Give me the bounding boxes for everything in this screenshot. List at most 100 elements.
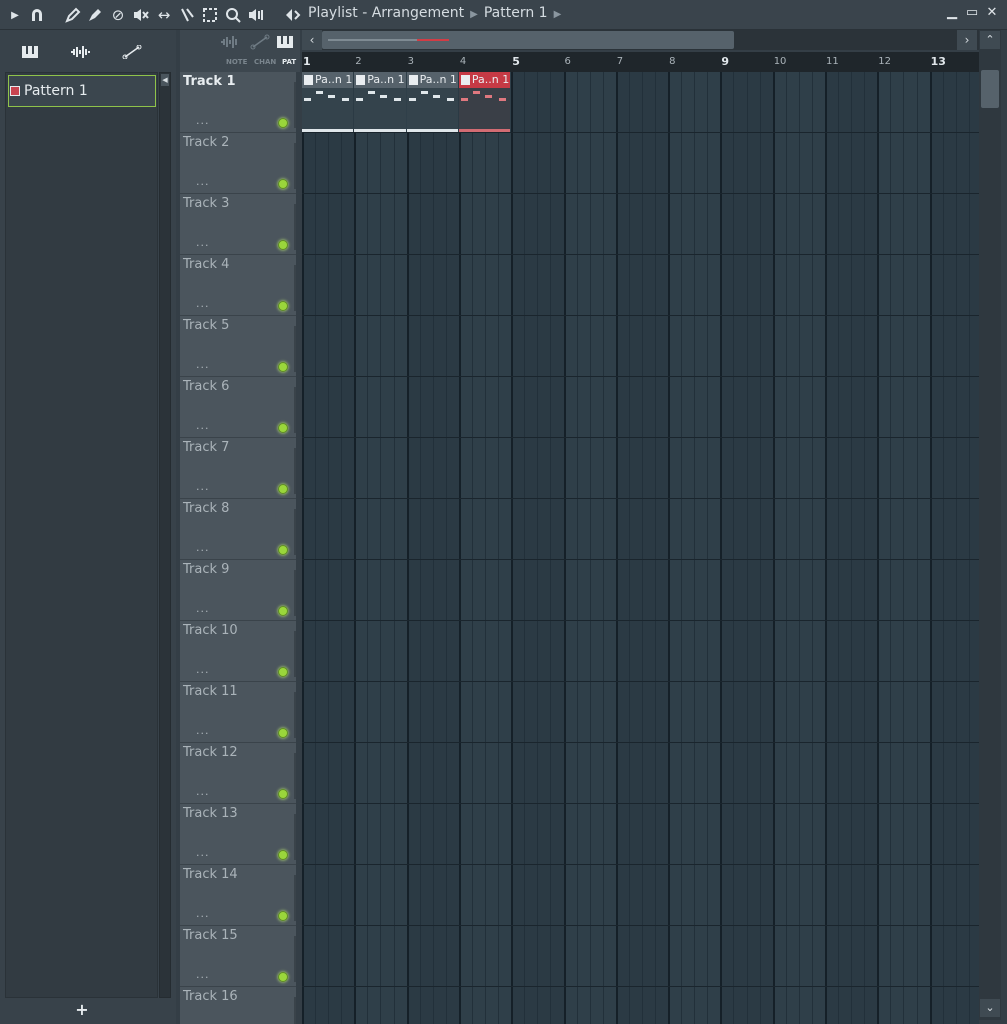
track-name[interactable]: Track 16	[183, 989, 238, 1004]
track-resize-grip[interactable]	[294, 692, 296, 738]
track-name[interactable]: Track 12	[183, 745, 238, 760]
track-menu-dots[interactable]: ...	[196, 297, 210, 310]
close-button[interactable]: ✕	[984, 5, 1000, 23]
note-mode-icon[interactable]	[220, 34, 242, 54]
speaker-icon[interactable]	[282, 4, 304, 26]
track-name[interactable]: Track 5	[183, 318, 229, 333]
scroll-left-arrow-icon[interactable]: ‹	[302, 30, 322, 50]
track-resize-grip[interactable]	[294, 631, 296, 677]
ruler-bar-number[interactable]: 2	[355, 56, 361, 67]
track-header-12[interactable]: Track 12...	[180, 743, 296, 804]
ruler-bar-number[interactable]: 5	[512, 55, 520, 68]
ruler-bar-number[interactable]: 6	[565, 56, 571, 67]
track-resize-grip[interactable]	[294, 875, 296, 921]
picker-scrollbar[interactable]: ◀	[159, 72, 171, 998]
track-resize-grip[interactable]	[294, 997, 296, 1024]
magnet-snap-icon[interactable]	[26, 4, 48, 26]
track-menu-dots[interactable]: ...	[196, 358, 210, 371]
ruler-bar-number[interactable]: 13	[931, 55, 946, 68]
track-menu-dots[interactable]: ...	[196, 602, 210, 615]
select-icon[interactable]	[199, 4, 221, 26]
clip-header[interactable]: Pa..n 1	[458, 72, 511, 88]
paint-brush-icon[interactable]	[84, 4, 106, 26]
track-header-5[interactable]: Track 5...	[180, 316, 296, 377]
track-mute-led[interactable]	[278, 179, 288, 189]
pattern-clip[interactable]: Pa..n 1	[302, 72, 354, 132]
track-header-8[interactable]: Track 8...	[180, 499, 296, 560]
clip-menu-icon[interactable]	[460, 75, 470, 85]
track-mute-led[interactable]	[278, 362, 288, 372]
track-mute-led[interactable]	[278, 301, 288, 311]
track-name[interactable]: Track 4	[183, 257, 229, 272]
zoom-icon[interactable]	[222, 4, 244, 26]
view-mode-chan[interactable]: CHAN	[254, 58, 276, 66]
track-header-2[interactable]: Track 2...	[180, 133, 296, 194]
track-mute-led[interactable]	[278, 118, 288, 128]
track-resize-grip[interactable]	[294, 265, 296, 311]
track-name[interactable]: Track 1	[183, 74, 236, 89]
track-resize-grip[interactable]	[294, 82, 296, 128]
clip-header[interactable]: Pa..n 1	[302, 72, 354, 88]
pattern-clip[interactable]: Pa..n 1	[458, 72, 511, 132]
clip-menu-icon[interactable]	[304, 75, 313, 85]
track-name[interactable]: Track 10	[183, 623, 238, 638]
track-menu-dots[interactable]: ...	[196, 419, 210, 432]
track-resize-grip[interactable]	[294, 448, 296, 494]
pattern-clip[interactable]: Pa..n 1	[354, 72, 406, 132]
track-name[interactable]: Track 2	[183, 135, 229, 150]
track-header-13[interactable]: Track 13...	[180, 804, 296, 865]
ruler-bar-number[interactable]: 1	[303, 55, 311, 68]
track-menu-dots[interactable]: ...	[196, 541, 210, 554]
ruler-bar-number[interactable]: 8	[669, 56, 675, 67]
track-name[interactable]: Track 6	[183, 379, 229, 394]
track-menu-dots[interactable]: ...	[196, 175, 210, 188]
horizontal-scrollbar[interactable]: ‹ ›	[302, 30, 979, 50]
track-mute-led[interactable]	[278, 850, 288, 860]
ruler-bar-number[interactable]: 11	[826, 56, 839, 67]
ruler-bar-number[interactable]: 10	[774, 56, 787, 67]
track-header-4[interactable]: Track 4...	[180, 255, 296, 316]
track-name[interactable]: Track 13	[183, 806, 238, 821]
track-mute-led[interactable]	[278, 911, 288, 921]
track-resize-grip[interactable]	[294, 204, 296, 250]
track-header-15[interactable]: Track 15...	[180, 926, 296, 987]
pat-mode-piano-icon[interactable]	[276, 34, 294, 53]
track-mute-led[interactable]	[278, 606, 288, 616]
clip-menu-icon[interactable]	[356, 75, 366, 85]
clip-header[interactable]: Pa..n 1	[406, 72, 458, 88]
track-menu-dots[interactable]: ...	[196, 968, 210, 981]
slice-icon[interactable]	[176, 4, 198, 26]
track-menu-dots[interactable]: ...	[196, 480, 210, 493]
track-menu-dots[interactable]: ...	[196, 907, 210, 920]
slip-icon[interactable]: ↔	[153, 4, 175, 26]
scroll-down-arrow-icon[interactable]: ⌄	[980, 999, 1000, 1017]
track-resize-grip[interactable]	[294, 753, 296, 799]
patterns-tab-piano-icon[interactable]	[15, 44, 45, 64]
clip-menu-icon[interactable]	[408, 75, 418, 85]
mute-icon[interactable]	[130, 4, 152, 26]
delete-icon[interactable]: ⊘	[107, 4, 129, 26]
pattern-clip[interactable]: Pa..n 1	[406, 72, 458, 132]
scroll-up-arrow-icon[interactable]: ⌃	[980, 31, 1000, 49]
track-mute-led[interactable]	[278, 728, 288, 738]
picker-item-pattern-1[interactable]: Pattern 1	[8, 75, 156, 107]
clip-header[interactable]: Pa..n 1	[354, 72, 406, 88]
track-header-9[interactable]: Track 9...	[180, 560, 296, 621]
timeline-ruler[interactable]: 1 2 3 4 5 6 7 8 9 10 11 12 13	[302, 52, 979, 72]
track-menu-dots[interactable]: ...	[196, 663, 210, 676]
pattern-title[interactable]: Pattern 1	[484, 5, 548, 21]
track-name[interactable]: Track 3	[183, 196, 229, 211]
draw-pencil-icon[interactable]	[62, 4, 84, 26]
track-name[interactable]: Track 15	[183, 928, 238, 943]
track-mute-led[interactable]	[278, 423, 288, 433]
track-resize-grip[interactable]	[294, 814, 296, 860]
automation-tab-curve-icon[interactable]	[117, 44, 147, 64]
view-mode-pat[interactable]: PAT	[282, 58, 296, 66]
track-mute-led[interactable]	[278, 240, 288, 250]
track-mute-led[interactable]	[278, 972, 288, 982]
vertical-scrollbar[interactable]: ⌃ ⌄	[979, 30, 1001, 1020]
track-header-1[interactable]: Track 1...	[180, 72, 296, 133]
track-resize-grip[interactable]	[294, 936, 296, 982]
track-header-7[interactable]: Track 7...	[180, 438, 296, 499]
track-mute-led[interactable]	[278, 545, 288, 555]
